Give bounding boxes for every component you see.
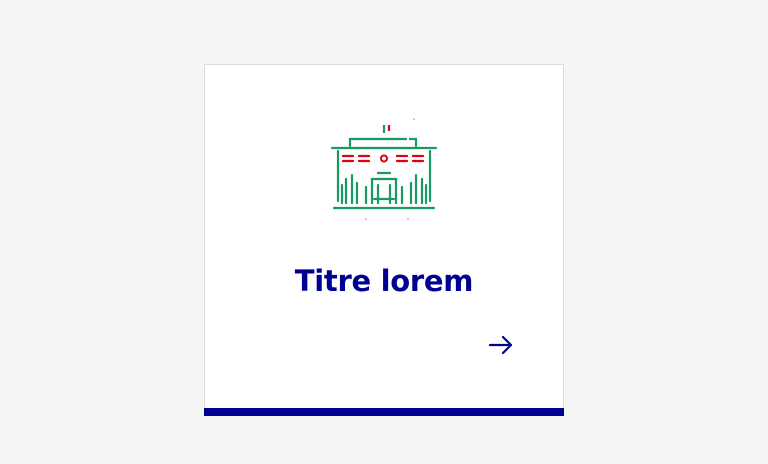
tile-bottom-accent-bar xyxy=(204,408,564,416)
arrow-right-icon[interactable] xyxy=(487,331,515,359)
tile-card[interactable]: Titre lorem xyxy=(204,64,564,416)
tile-title[interactable]: Titre lorem xyxy=(205,261,563,301)
government-building-icon xyxy=(330,118,438,220)
